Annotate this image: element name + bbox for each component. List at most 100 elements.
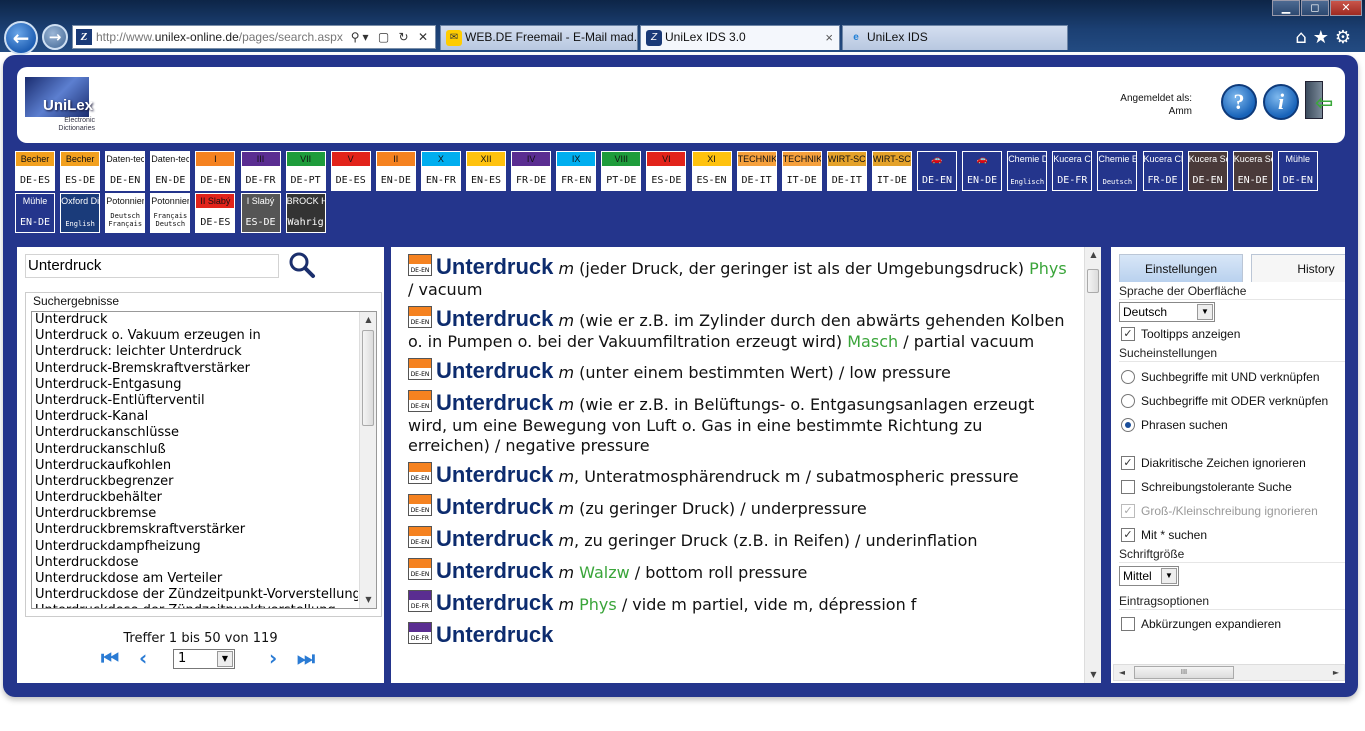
- result-item[interactable]: Unterdruckbegrenzer: [32, 474, 358, 490]
- dictionary-button[interactable]: TECHNIK IT-DE: [781, 151, 822, 191]
- dictionary-button[interactable]: VI ES-DE: [646, 151, 687, 191]
- entries-scrollbar[interactable]: ▲ ▼: [1084, 247, 1101, 683]
- dictionary-button[interactable]: WIRT-SCHAFT IT-DE: [871, 151, 912, 191]
- tab-unilex-ids[interactable]: e UniLex IDS: [842, 25, 1068, 50]
- dictionary-button[interactable]: Becher ES-DE: [60, 151, 101, 191]
- dictionary-button[interactable]: X EN-FR: [420, 151, 461, 191]
- tolerant-checkbox[interactable]: Schreibungstolerante Suche: [1119, 475, 1345, 499]
- dictionary-button[interactable]: VII DE-PT: [285, 151, 326, 191]
- logout-icon[interactable]: ⇦: [1301, 81, 1333, 121]
- search-icon[interactable]: [287, 250, 317, 280]
- dictionary-button[interactable]: I DE-EN: [195, 151, 236, 191]
- dictionary-button[interactable]: XII EN-ES: [466, 151, 506, 191]
- dictionary-button[interactable]: Chemie Deutsch Englisch: [1007, 151, 1048, 191]
- dictionary-button[interactable]: Oxford Dictionary English: [60, 193, 101, 233]
- result-item[interactable]: Unterdruckbremse: [32, 506, 358, 522]
- result-item[interactable]: Unterdruckanschluß: [32, 442, 358, 458]
- dictionary-button[interactable]: II Slabý DE-ES: [195, 193, 236, 233]
- dictionary-button[interactable]: Mühle EN-DE: [15, 193, 55, 233]
- language-flag-icon[interactable]: DE-FR: [408, 622, 432, 644]
- result-item[interactable]: Unterdruckaufkohlen: [32, 458, 358, 474]
- last-page-icon[interactable]: ⏭: [297, 647, 315, 669]
- radio-and[interactable]: Suchbegriffe mit UND verknüpfen: [1119, 365, 1345, 389]
- maximize-button[interactable]: ◻: [1301, 0, 1329, 16]
- language-flag-icon[interactable]: DE-EN: [408, 306, 432, 328]
- star-checkbox[interactable]: ✓ Mit * suchen: [1119, 523, 1345, 547]
- dictionary-button[interactable]: 🚗 DE-EN: [917, 151, 957, 191]
- gear-icon[interactable]: ⚙: [1335, 27, 1357, 48]
- dictionary-button[interactable]: WIRT-SCHAFT DE-IT: [826, 151, 867, 191]
- minimize-button[interactable]: ▁: [1272, 0, 1300, 16]
- result-item[interactable]: Unterdruck o. Vakuum erzeugen in: [32, 328, 358, 344]
- ui-language-select[interactable]: Deutsch ▼: [1119, 302, 1215, 322]
- dictionary-button[interactable]: 🚗 EN-DE: [962, 151, 1003, 191]
- result-item[interactable]: Unterdruckbehälter: [32, 490, 358, 506]
- abbrev-checkbox[interactable]: Abkürzungen expandieren: [1119, 612, 1345, 636]
- dictionary-button[interactable]: III DE-FR: [240, 151, 281, 191]
- dictionary-button[interactable]: I Slabý ES-DE: [240, 193, 281, 233]
- dictionary-button[interactable]: Potonnier Deutsch Français: [105, 193, 146, 233]
- browser-toolbar-icons[interactable]: ⌂★⚙: [1295, 27, 1357, 48]
- diacritics-checkbox[interactable]: ✓ Diakritische Zeichen ignorieren: [1119, 451, 1345, 475]
- dictionary-button[interactable]: II EN-DE: [375, 151, 416, 191]
- result-item[interactable]: Unterdruckbremskraftverstärker: [32, 522, 358, 538]
- dictionary-button[interactable]: Daten-technik DE-EN: [105, 151, 146, 191]
- result-item[interactable]: Unterdruck: leichter Unterdruck: [32, 344, 358, 360]
- home-icon[interactable]: ⌂: [1295, 27, 1312, 48]
- result-item[interactable]: Unterdruckdose der Zündzeitpunkt-Vorvers…: [32, 587, 358, 603]
- dictionary-button[interactable]: Chemie Englisch Deutsch: [1097, 151, 1138, 191]
- language-flag-icon[interactable]: DE-EN: [408, 494, 432, 516]
- language-flag-icon[interactable]: DE-FR: [408, 590, 432, 612]
- tooltips-checkbox[interactable]: ✓ Tooltipps anzeigen: [1119, 322, 1345, 346]
- dictionary-button[interactable]: Kucera Science EN-DE: [1232, 151, 1273, 191]
- language-flag-icon[interactable]: DE-EN: [408, 526, 432, 548]
- forward-button[interactable]: →: [42, 24, 68, 50]
- language-flag-icon[interactable]: DE-EN: [408, 558, 432, 580]
- tab-unilex-ids-3[interactable]: Z UniLex IDS 3.0 ×: [640, 25, 840, 50]
- dictionary-button[interactable]: V DE-ES: [330, 151, 371, 191]
- results-scrollbar[interactable]: ▲ ▼: [359, 312, 376, 608]
- dictionary-button[interactable]: VIII PT-DE: [601, 151, 642, 191]
- dictionary-button[interactable]: Kucera Science DE-EN: [1187, 151, 1228, 191]
- dictionary-button[interactable]: BROCK HAUS Wahrig: [285, 193, 326, 233]
- first-page-icon[interactable]: ⏮: [101, 647, 119, 669]
- result-item[interactable]: Unterdruckanschlüsse: [32, 425, 358, 441]
- help-icon[interactable]: ?: [1221, 84, 1257, 120]
- result-item[interactable]: Unterdruckdose am Verteiler: [32, 571, 358, 587]
- info-icon[interactable]: i: [1263, 84, 1299, 120]
- dictionary-button[interactable]: Mühle DE-EN: [1277, 151, 1318, 191]
- favorites-star-icon[interactable]: ★: [1313, 27, 1335, 48]
- tab-settings[interactable]: Einstellungen: [1119, 254, 1243, 282]
- close-window-button[interactable]: ✕: [1330, 0, 1362, 16]
- back-button[interactable]: ←: [4, 21, 38, 55]
- page-select[interactable]: 1 ▼: [173, 649, 235, 669]
- result-item[interactable]: Unterdruckdose der Zündzeitpunktverstell…: [32, 603, 358, 608]
- language-flag-icon[interactable]: DE-EN: [408, 462, 432, 484]
- tab-webde[interactable]: ✉ WEB.DE Freemail - E-Mail mad...: [440, 25, 638, 50]
- result-item[interactable]: Unterdruckdampfheizung: [32, 539, 358, 555]
- dictionary-button[interactable]: Kucera Chemie DE-FR: [1052, 151, 1093, 191]
- result-item[interactable]: Unterdruck-Entlüfterventil: [32, 393, 358, 409]
- radio-phrase[interactable]: Phrasen suchen: [1119, 413, 1345, 437]
- font-size-select[interactable]: Mittel ▼: [1119, 566, 1179, 586]
- dictionary-button[interactable]: IV FR-DE: [511, 151, 552, 191]
- result-item[interactable]: Unterdruckdose: [32, 555, 358, 571]
- result-item[interactable]: Unterdruck: [32, 312, 358, 328]
- dictionary-button[interactable]: Becher DE-ES: [15, 151, 55, 191]
- address-bar[interactable]: Z http://www.unilex-online.de/pages/sear…: [72, 25, 436, 49]
- result-item[interactable]: Unterdruck-Kanal: [32, 409, 358, 425]
- language-flag-icon[interactable]: DE-EN: [408, 358, 432, 380]
- result-item[interactable]: Unterdruck-Entgasung: [32, 377, 358, 393]
- dictionary-button[interactable]: Potonnier Français Deutsch: [150, 193, 191, 233]
- dictionary-button[interactable]: Kucera Chemie FR-DE: [1142, 151, 1183, 191]
- next-page-icon[interactable]: ›: [269, 647, 277, 669]
- dictionary-button[interactable]: TECHNIK DE-IT: [736, 151, 777, 191]
- close-tab-icon[interactable]: ×: [825, 26, 833, 49]
- settings-hscrollbar[interactable]: ◄ III ►: [1113, 664, 1345, 681]
- language-flag-icon[interactable]: DE-EN: [408, 390, 432, 412]
- prev-page-icon[interactable]: ‹: [139, 647, 147, 669]
- dictionary-button[interactable]: IX FR-EN: [556, 151, 597, 191]
- language-flag-icon[interactable]: DE-EN: [408, 254, 432, 276]
- search-input[interactable]: Unterdruck: [25, 254, 279, 278]
- tab-history[interactable]: History: [1251, 254, 1345, 282]
